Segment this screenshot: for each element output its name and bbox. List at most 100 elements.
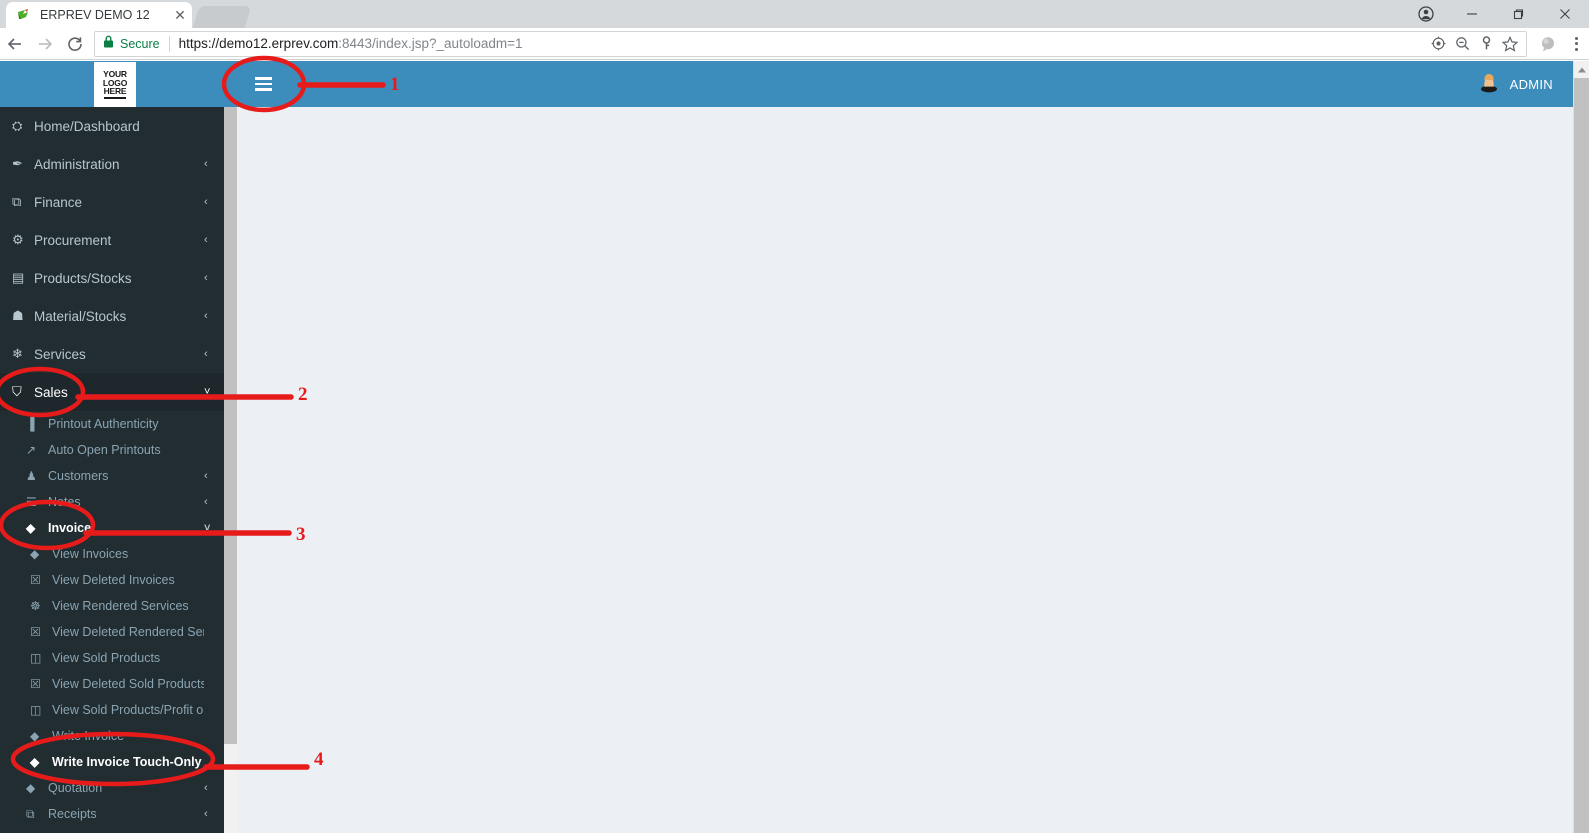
browser-tab[interactable]: ERPREV DEMO 12 ✕: [6, 2, 192, 28]
chevron-down-icon: ˅: [204, 386, 211, 398]
document-icon: ☰: [26, 495, 37, 509]
page-scrollbar[interactable]: [1573, 61, 1589, 833]
extension-icon[interactable]: [1533, 29, 1563, 59]
user-icon: ♟: [26, 469, 37, 483]
tags-icon: ◆: [26, 781, 36, 795]
sidebar-item-view-deleted-rendered-services[interactable]: ☒ View Deleted Rendered Services: [0, 619, 224, 645]
trash-icon: ☒: [30, 625, 41, 639]
sidebar-scrollbar[interactable]: [224, 107, 237, 833]
money-icon: ⧉: [26, 806, 35, 821]
chevron-left-icon: ‹: [204, 196, 208, 208]
sidebar-item-printout-authenticity[interactable]: ▐ Printout Authenticity: [0, 411, 224, 437]
star-icon[interactable]: [1498, 32, 1522, 56]
close-icon[interactable]: ✕: [172, 7, 188, 23]
address-bar[interactable]: Secure https://demo12.erprev.com:8443/in…: [94, 30, 1527, 57]
sidebar-item-label: View Deleted Rendered Services: [52, 625, 204, 639]
sidebar-item-label: Sales: [34, 384, 68, 400]
sidebar-item-label: View Sold Products: [52, 651, 161, 665]
sidebar-item-label: Receipts: [48, 807, 97, 821]
tag-icon: ◆: [30, 729, 40, 743]
sidebar-item-label: Customers: [48, 469, 109, 483]
money-icon: ⧉: [12, 194, 22, 209]
products-icon: ▤: [12, 270, 25, 285]
sidebar-item-label: Invoice: [48, 521, 92, 535]
user-avatar-icon: [1478, 71, 1500, 98]
key-icon[interactable]: [1474, 32, 1498, 56]
profile-icon[interactable]: [1403, 0, 1449, 28]
browser-tabstrip: ERPREV DEMO 12 ✕: [0, 0, 1589, 28]
hamburger-icon[interactable]: [240, 61, 286, 107]
sidebar-item-services[interactable]: ❄ Services ‹: [0, 335, 224, 373]
sidebar-item-label: Printout Authenticity: [48, 417, 159, 431]
sidebar-item-label: Quotation: [48, 781, 103, 795]
sidebar-item-quotation[interactable]: ◆ Quotation ‹: [0, 775, 224, 801]
sidebar-item-products-stocks[interactable]: ▤ Products/Stocks ‹: [0, 259, 224, 297]
tag-icon: ◆: [26, 521, 36, 535]
scroll-up-arrow-icon[interactable]: [1574, 61, 1589, 78]
omnibox-divider: [168, 35, 170, 52]
sidebar-item-notes[interactable]: ☰ Notes ‹: [0, 489, 224, 515]
services-icon: ❄: [12, 346, 23, 361]
chevron-left-icon: ‹: [204, 158, 208, 170]
sidebar-item-view-sold-products-profit-on-sales[interactable]: ◫ View Sold Products/Profit on sales: [0, 697, 224, 723]
app-header: YOUR LOGO HERE ADMIN: [0, 61, 1573, 107]
chevron-left-icon: ‹: [204, 496, 208, 508]
box-icon: ◫: [30, 651, 42, 665]
window-close-button[interactable]: [1541, 0, 1589, 28]
browser-toolbar: Secure https://demo12.erprev.com:8443/in…: [0, 28, 1589, 60]
sidebar-item-label: View Deleted Sold Products: [52, 677, 204, 691]
url-text: https://demo12.erprev.com:8443/index.jsp…: [178, 36, 523, 51]
chevron-left-icon: ‹: [204, 782, 208, 794]
chevron-left-icon: ‹: [204, 470, 208, 482]
sidebar-item-label: View Invoices: [52, 547, 129, 561]
minimize-button[interactable]: [1449, 0, 1495, 28]
reload-button[interactable]: [60, 29, 90, 59]
box-icon: ◫: [30, 703, 42, 717]
zoom-out-icon[interactable]: [1450, 32, 1474, 56]
user-menu[interactable]: ADMIN: [1478, 61, 1553, 107]
sidebar-item-label: Write Invoice: [52, 729, 125, 743]
sidebar-item-write-invoice[interactable]: ◆ Write Invoice: [0, 723, 224, 749]
sidebar-item-sales[interactable]: ⛉ Sales ˅: [0, 373, 224, 411]
maximize-button[interactable]: [1495, 0, 1541, 28]
forward-button[interactable]: [30, 29, 60, 59]
sidebar-item-customers[interactable]: ♟ Customers ‹: [0, 463, 224, 489]
sidebar-item-administration[interactable]: ✒ Administration ‹: [0, 145, 224, 183]
chevron-left-icon: ‹: [204, 272, 208, 284]
chevron-left-icon: ‹: [204, 348, 208, 360]
sidebar-item-invoice[interactable]: ◆ Invoice ˅: [0, 515, 224, 541]
sidebar-item-view-invoices[interactable]: ◆ View Invoices: [0, 541, 224, 567]
sidebar-item-label: Finance: [34, 194, 83, 210]
sidebar-item-label: View Rendered Services: [52, 599, 189, 613]
sidebar-scrollbar-thumb[interactable]: [224, 107, 237, 744]
sidebar-nav: ⛭ Home/Dashboard ✒ Administration ‹ ⧉ Finance ‹…: [0, 107, 224, 833]
new-tab-button[interactable]: [192, 6, 252, 28]
page-scrollbar-thumb[interactable]: [1574, 78, 1589, 833]
window-controls: [1403, 0, 1589, 28]
tag-icon: ◆: [30, 547, 40, 561]
back-button[interactable]: [0, 29, 30, 59]
lock-icon: [103, 35, 114, 53]
location-icon[interactable]: [1426, 32, 1450, 56]
sidebar-item-view-rendered-services[interactable]: ☸ View Rendered Services: [0, 593, 224, 619]
sidebar-item-view-sold-products[interactable]: ◫ View Sold Products: [0, 645, 224, 671]
sidebar-item-label: Administration: [34, 156, 120, 172]
sidebar-item-finance[interactable]: ⧉ Finance ‹: [0, 183, 224, 221]
sidebar-item-receipts[interactable]: ⧉ Receipts ‹: [0, 801, 224, 827]
trash-icon: ☒: [30, 573, 41, 587]
sidebar-item-auto-open-printouts[interactable]: ↗ Auto Open Printouts: [0, 437, 224, 463]
sidebar-item-home-dashboard[interactable]: ⛭ Home/Dashboard: [0, 107, 224, 145]
sidebar-item-label: Services: [34, 346, 86, 362]
sidebar-item-label: View Sold Products/Profit on sales: [52, 703, 204, 717]
sidebar-item-label: Procurement: [34, 232, 112, 248]
sidebar-item-write-invoice-touch-only[interactable]: ◆ Write Invoice Touch-Only: [0, 749, 224, 775]
sidebar-item-material-stocks[interactable]: ☗ Material/Stocks ‹: [0, 297, 224, 335]
three-dot-menu-icon[interactable]: [1563, 29, 1589, 59]
sidebar-item-procurement[interactable]: ⚙ Procurement ‹: [0, 221, 224, 259]
app-logo: YOUR LOGO HERE: [94, 62, 136, 107]
sidebar-item-view-deleted-invoices[interactable]: ☒ View Deleted Invoices: [0, 567, 224, 593]
sidebar-item-view-deleted-sold-products[interactable]: ☒ View Deleted Sold Products: [0, 671, 224, 697]
user-name-label: ADMIN: [1509, 76, 1553, 92]
sidebar-item-label: Material/Stocks: [34, 308, 127, 324]
bird-favicon: [16, 7, 32, 23]
